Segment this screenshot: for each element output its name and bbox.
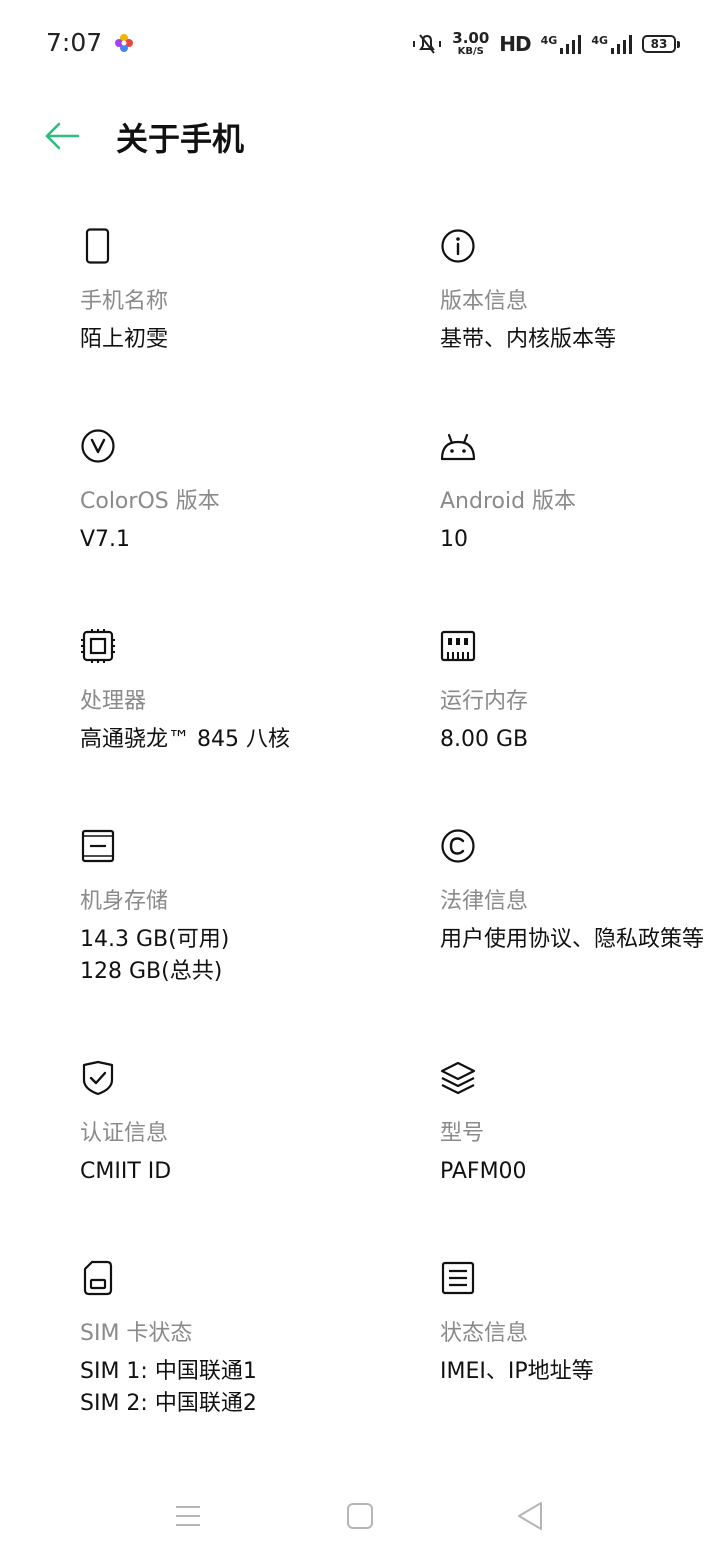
item-ram[interactable]: 运行内存 8.00 GB [440, 628, 720, 756]
system-nav-bar [0, 1480, 720, 1552]
mute-bell-icon [413, 34, 442, 54]
home-button[interactable] [338, 1496, 382, 1536]
recents-button[interactable] [166, 1496, 210, 1536]
home-square-icon [347, 1503, 373, 1529]
layers-icon [440, 1061, 476, 1095]
item-coloros-version[interactable]: ColorOS 版本 V7.1 [80, 428, 380, 556]
back-nav-button[interactable] [508, 1496, 552, 1536]
item-android-version[interactable]: Android 版本 10 [440, 428, 720, 556]
item-status-info[interactable]: 状态信息 IMEI、IP地址等 [440, 1260, 720, 1388]
app-notification-flower-icon [115, 34, 133, 52]
network-speed: 3.00 KB/S [452, 29, 490, 57]
android-icon [440, 433, 476, 461]
back-arrow-icon [45, 122, 80, 150]
copyright-icon [441, 829, 475, 863]
info-icon [441, 229, 475, 263]
status-time: 7:07 [46, 28, 103, 57]
storage-icon [81, 829, 115, 863]
back-triangle-icon [518, 1502, 542, 1530]
hd-voice-indicator: HD [499, 32, 531, 56]
coloros-v-icon [81, 429, 115, 463]
item-certification[interactable]: 认证信息 CMIIT ID [80, 1060, 380, 1188]
document-lines-icon [441, 1261, 475, 1295]
shield-check-icon [82, 1060, 114, 1096]
item-model[interactable]: 型号 PAFM00 [440, 1060, 720, 1188]
menu-lines-icon [176, 1506, 200, 1526]
signal-sim1: 4G [541, 34, 582, 54]
item-processor[interactable]: 处理器 高通骁龙™ 845 八核 [80, 628, 380, 756]
signal-bars-icon [611, 35, 632, 54]
item-legal-info[interactable]: 法律信息 用户使用协议、隐私政策等 [440, 828, 720, 956]
battery-indicator: 83 [642, 35, 680, 53]
signal-bars-icon [560, 35, 582, 54]
back-button[interactable] [38, 112, 86, 160]
phone-icon [85, 228, 110, 264]
app-header: 关于手机 [0, 96, 720, 176]
item-sim-status[interactable]: SIM 卡状态 SIM 1: 中国联通1 SIM 2: 中国联通2 [80, 1260, 380, 1420]
page-title: 关于手机 [116, 120, 245, 158]
sim-card-icon [83, 1260, 113, 1296]
ram-icon [440, 630, 476, 662]
status-icons: 3.00 KB/S HD 4G 4G 83 [412, 28, 680, 60]
cpu-icon [81, 629, 115, 663]
status-bar: 7:07 3.00 KB/S HD 4G 4G 83 [0, 0, 720, 88]
item-phone-name[interactable]: 手机名称 陌上初雯 [80, 228, 380, 356]
signal-sim2: 4G [591, 34, 632, 54]
item-storage[interactable]: 机身存储 14.3 GB(可用) 128 GB(总共) [80, 828, 380, 988]
item-version-info[interactable]: 版本信息 基带、内核版本等 [440, 228, 720, 356]
